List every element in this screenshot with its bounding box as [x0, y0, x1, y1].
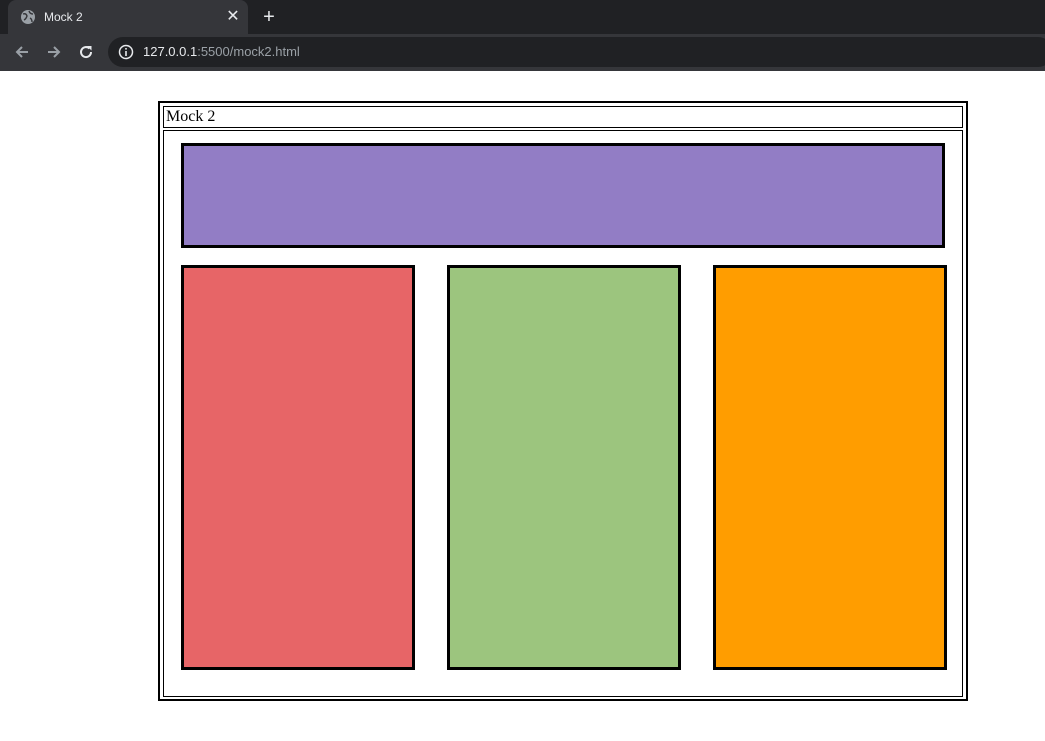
back-button[interactable]	[10, 40, 34, 64]
info-icon[interactable]	[118, 44, 134, 60]
reload-button[interactable]	[74, 40, 98, 64]
content-cell	[163, 130, 963, 697]
url-path: :5500/mock2.html	[197, 44, 300, 59]
arrow-left-icon	[15, 46, 28, 58]
toolbar: 127.0.0.1:5500/mock2.html	[0, 34, 1045, 71]
url-host: 127.0.0.1	[143, 44, 198, 59]
layout-table: Mock 2	[158, 101, 968, 701]
page-caption: Mock 2	[163, 106, 963, 128]
globe-icon	[21, 10, 35, 24]
arrow-right-icon	[48, 46, 61, 58]
close-tab-icon[interactable]: ✕	[224, 8, 242, 26]
page-viewport: Mock 2	[0, 71, 1045, 741]
header-block	[181, 143, 945, 248]
reload-icon	[80, 46, 93, 59]
browser-chrome: Mock 2 ✕ + 127.0.0.1:5500/mock2.html	[0, 0, 1045, 71]
address-bar[interactable]: 127.0.0.1:5500/mock2.html	[108, 37, 1045, 67]
left-column-block	[181, 265, 415, 670]
url-text[interactable]: 127.0.0.1:5500/mock2.html	[143, 44, 300, 60]
browser-tab[interactable]: Mock 2 ✕	[8, 0, 248, 34]
tab-strip: Mock 2 ✕ +	[0, 0, 1045, 34]
right-column-block	[713, 265, 947, 670]
tab-title: Mock 2	[44, 10, 83, 24]
middle-column-block	[447, 265, 681, 670]
forward-button[interactable]	[42, 40, 66, 64]
new-tab-button[interactable]: +	[258, 6, 280, 28]
